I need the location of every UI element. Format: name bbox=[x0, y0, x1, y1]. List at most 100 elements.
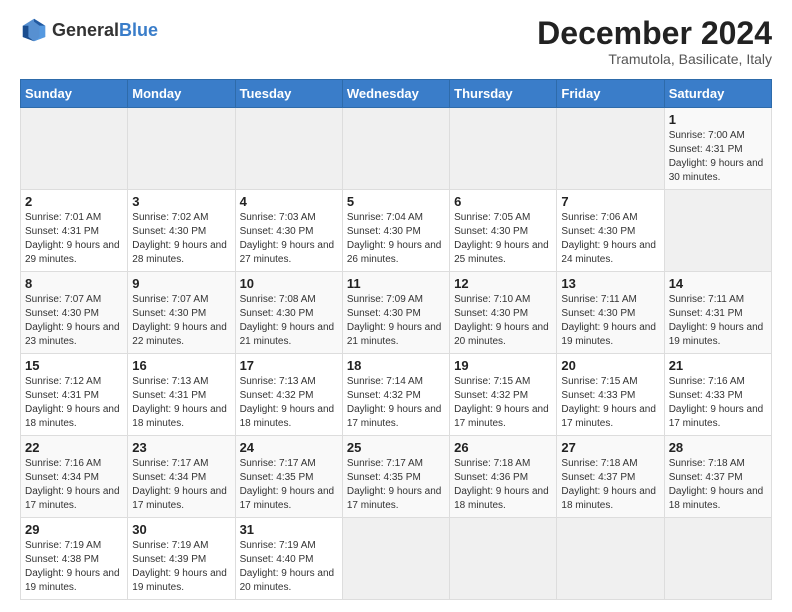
day-info: Sunrise: 7:18 AMSunset: 4:37 PMDaylight:… bbox=[561, 457, 659, 513]
day-info: Sunrise: 7:09 AMSunset: 4:30 PMDaylight:… bbox=[347, 293, 445, 349]
calendar-cell: 14Sunrise: 7:11 AMSunset: 4:31 PMDayligh… bbox=[664, 272, 771, 354]
day-of-week-header: Saturday bbox=[664, 80, 771, 108]
calendar-cell bbox=[128, 108, 235, 190]
logo-icon bbox=[20, 16, 48, 44]
calendar-week-row: 29Sunrise: 7:19 AMSunset: 4:38 PMDayligh… bbox=[21, 518, 772, 600]
day-number: 17 bbox=[240, 358, 338, 373]
calendar-cell: 1 Sunrise: 7:00 AMSunset: 4:31 PMDaylight… bbox=[664, 108, 771, 190]
day-info: Sunrise: 7:07 AMSunset: 4:30 PMDaylight:… bbox=[132, 293, 230, 349]
day-number: 10 bbox=[240, 276, 338, 291]
calendar-cell: 25 Sunrise: 7:17 AMSunset: 4:35 PMDayligh… bbox=[342, 436, 449, 518]
day-number: 24 bbox=[240, 440, 338, 455]
day-info: Sunrise: 7:03 AMSunset: 4:30 PMDaylight:… bbox=[240, 211, 338, 267]
calendar-cell bbox=[664, 518, 771, 600]
calendar-cell: 30 Sunrise: 7:19 AMSunset: 4:39 PMDayligh… bbox=[128, 518, 235, 600]
calendar-cell: 22 Sunrise: 7:16 AMSunset: 4:34 PMDayligh… bbox=[21, 436, 128, 518]
page: GeneralBlue December 2024 Tramutola, Bas… bbox=[0, 0, 792, 610]
day-info: Sunrise: 7:19 AMSunset: 4:39 PMDaylight:… bbox=[132, 539, 230, 595]
day-number: 7 bbox=[561, 194, 659, 209]
day-number: 21 bbox=[669, 358, 767, 373]
calendar-week-row: 8 Sunrise: 7:07 AMSunset: 4:30 PMDaylight… bbox=[21, 272, 772, 354]
header-row: SundayMondayTuesdayWednesdayThursdayFrid… bbox=[21, 80, 772, 108]
day-number: 22 bbox=[25, 440, 123, 455]
calendar-cell: 11Sunrise: 7:09 AMSunset: 4:30 PMDayligh… bbox=[342, 272, 449, 354]
calendar-cell: 24Sunrise: 7:17 AMSunset: 4:35 PMDayligh… bbox=[235, 436, 342, 518]
calendar-cell: 28 Sunrise: 7:18 AMSunset: 4:37 PMDayligh… bbox=[664, 436, 771, 518]
logo: GeneralBlue bbox=[20, 16, 158, 44]
main-title: December 2024 bbox=[537, 16, 772, 51]
day-number: 4 bbox=[240, 194, 338, 209]
logo-text: GeneralBlue bbox=[52, 20, 158, 41]
day-number: 2 bbox=[25, 194, 123, 209]
day-number: 8 bbox=[25, 276, 123, 291]
day-number: 23 bbox=[132, 440, 230, 455]
day-info: Sunrise: 7:18 AMSunset: 4:37 PMDaylight:… bbox=[669, 457, 767, 513]
day-info: Sunrise: 7:12 AMSunset: 4:31 PMDaylight:… bbox=[25, 375, 123, 431]
day-number: 28 bbox=[669, 440, 767, 455]
day-of-week-header: Wednesday bbox=[342, 80, 449, 108]
day-info: Sunrise: 7:00 AMSunset: 4:31 PMDaylight:… bbox=[669, 129, 767, 185]
calendar-week-row: 22 Sunrise: 7:16 AMSunset: 4:34 PMDayligh… bbox=[21, 436, 772, 518]
calendar-cell: 6Sunrise: 7:05 AMSunset: 4:30 PMDaylight… bbox=[450, 190, 557, 272]
day-number: 18 bbox=[347, 358, 445, 373]
day-of-week-header: Monday bbox=[128, 80, 235, 108]
calendar-body: 1 Sunrise: 7:00 AMSunset: 4:31 PMDaylight… bbox=[21, 108, 772, 600]
calendar-cell bbox=[235, 108, 342, 190]
calendar-cell: 23 Sunrise: 7:17 AMSunset: 4:34 PMDayligh… bbox=[128, 436, 235, 518]
calendar-cell bbox=[450, 518, 557, 600]
calendar-cell: 31Sunrise: 7:19 AMSunset: 4:40 PMDayligh… bbox=[235, 518, 342, 600]
day-number: 1 bbox=[669, 112, 767, 127]
calendar-cell: 10Sunrise: 7:08 AMSunset: 4:30 PMDayligh… bbox=[235, 272, 342, 354]
calendar-cell bbox=[450, 108, 557, 190]
day-info: Sunrise: 7:17 AMSunset: 4:34 PMDaylight:… bbox=[132, 457, 230, 513]
day-number: 13 bbox=[561, 276, 659, 291]
header: GeneralBlue December 2024 Tramutola, Bas… bbox=[20, 16, 772, 67]
title-block: December 2024 Tramutola, Basilicate, Ita… bbox=[537, 16, 772, 67]
day-number: 9 bbox=[132, 276, 230, 291]
day-info: Sunrise: 7:15 AMSunset: 4:32 PMDaylight:… bbox=[454, 375, 552, 431]
calendar-cell: 16Sunrise: 7:13 AMSunset: 4:31 PMDayligh… bbox=[128, 354, 235, 436]
calendar-cell: 5 Sunrise: 7:04 AMSunset: 4:30 PMDaylight… bbox=[342, 190, 449, 272]
calendar-week-row: 2Sunrise: 7:01 AMSunset: 4:31 PMDaylight… bbox=[21, 190, 772, 272]
day-info: Sunrise: 7:11 AMSunset: 4:31 PMDaylight:… bbox=[669, 293, 767, 349]
day-number: 20 bbox=[561, 358, 659, 373]
calendar-cell: 15 Sunrise: 7:12 AMSunset: 4:31 PMDayligh… bbox=[21, 354, 128, 436]
day-number: 12 bbox=[454, 276, 552, 291]
day-number: 15 bbox=[25, 358, 123, 373]
day-info: Sunrise: 7:05 AMSunset: 4:30 PMDaylight:… bbox=[454, 211, 552, 267]
calendar: SundayMondayTuesdayWednesdayThursdayFrid… bbox=[20, 79, 772, 600]
calendar-cell bbox=[342, 518, 449, 600]
day-number: 19 bbox=[454, 358, 552, 373]
calendar-cell bbox=[664, 190, 771, 272]
day-number: 16 bbox=[132, 358, 230, 373]
calendar-week-row: 1 Sunrise: 7:00 AMSunset: 4:31 PMDaylight… bbox=[21, 108, 772, 190]
calendar-cell bbox=[557, 518, 664, 600]
calendar-cell: 9 Sunrise: 7:07 AMSunset: 4:30 PMDaylight… bbox=[128, 272, 235, 354]
day-number: 5 bbox=[347, 194, 445, 209]
logo-blue: Blue bbox=[119, 20, 158, 40]
day-info: Sunrise: 7:13 AMSunset: 4:32 PMDaylight:… bbox=[240, 375, 338, 431]
day-info: Sunrise: 7:16 AMSunset: 4:34 PMDaylight:… bbox=[25, 457, 123, 513]
calendar-cell: 26Sunrise: 7:18 AMSunset: 4:36 PMDayligh… bbox=[450, 436, 557, 518]
day-number: 30 bbox=[132, 522, 230, 537]
day-info: Sunrise: 7:17 AMSunset: 4:35 PMDaylight:… bbox=[347, 457, 445, 513]
day-number: 25 bbox=[347, 440, 445, 455]
calendar-week-row: 15 Sunrise: 7:12 AMSunset: 4:31 PMDayligh… bbox=[21, 354, 772, 436]
calendar-cell: 2Sunrise: 7:01 AMSunset: 4:31 PMDaylight… bbox=[21, 190, 128, 272]
calendar-cell bbox=[557, 108, 664, 190]
day-info: Sunrise: 7:07 AMSunset: 4:30 PMDaylight:… bbox=[25, 293, 123, 349]
calendar-cell: 4 Sunrise: 7:03 AMSunset: 4:30 PMDaylight… bbox=[235, 190, 342, 272]
day-info: Sunrise: 7:04 AMSunset: 4:30 PMDaylight:… bbox=[347, 211, 445, 267]
calendar-cell: 8 Sunrise: 7:07 AMSunset: 4:30 PMDaylight… bbox=[21, 272, 128, 354]
day-number: 29 bbox=[25, 522, 123, 537]
calendar-header: SundayMondayTuesdayWednesdayThursdayFrid… bbox=[21, 80, 772, 108]
day-info: Sunrise: 7:19 AMSunset: 4:40 PMDaylight:… bbox=[240, 539, 338, 595]
calendar-cell: 13 Sunrise: 7:11 AMSunset: 4:30 PMDayligh… bbox=[557, 272, 664, 354]
calendar-cell: 18 Sunrise: 7:14 AMSunset: 4:32 PMDayligh… bbox=[342, 354, 449, 436]
day-info: Sunrise: 7:11 AMSunset: 4:30 PMDaylight:… bbox=[561, 293, 659, 349]
day-info: Sunrise: 7:14 AMSunset: 4:32 PMDaylight:… bbox=[347, 375, 445, 431]
calendar-cell: 12Sunrise: 7:10 AMSunset: 4:30 PMDayligh… bbox=[450, 272, 557, 354]
day-info: Sunrise: 7:16 AMSunset: 4:33 PMDaylight:… bbox=[669, 375, 767, 431]
day-info: Sunrise: 7:06 AMSunset: 4:30 PMDaylight:… bbox=[561, 211, 659, 267]
day-number: 27 bbox=[561, 440, 659, 455]
